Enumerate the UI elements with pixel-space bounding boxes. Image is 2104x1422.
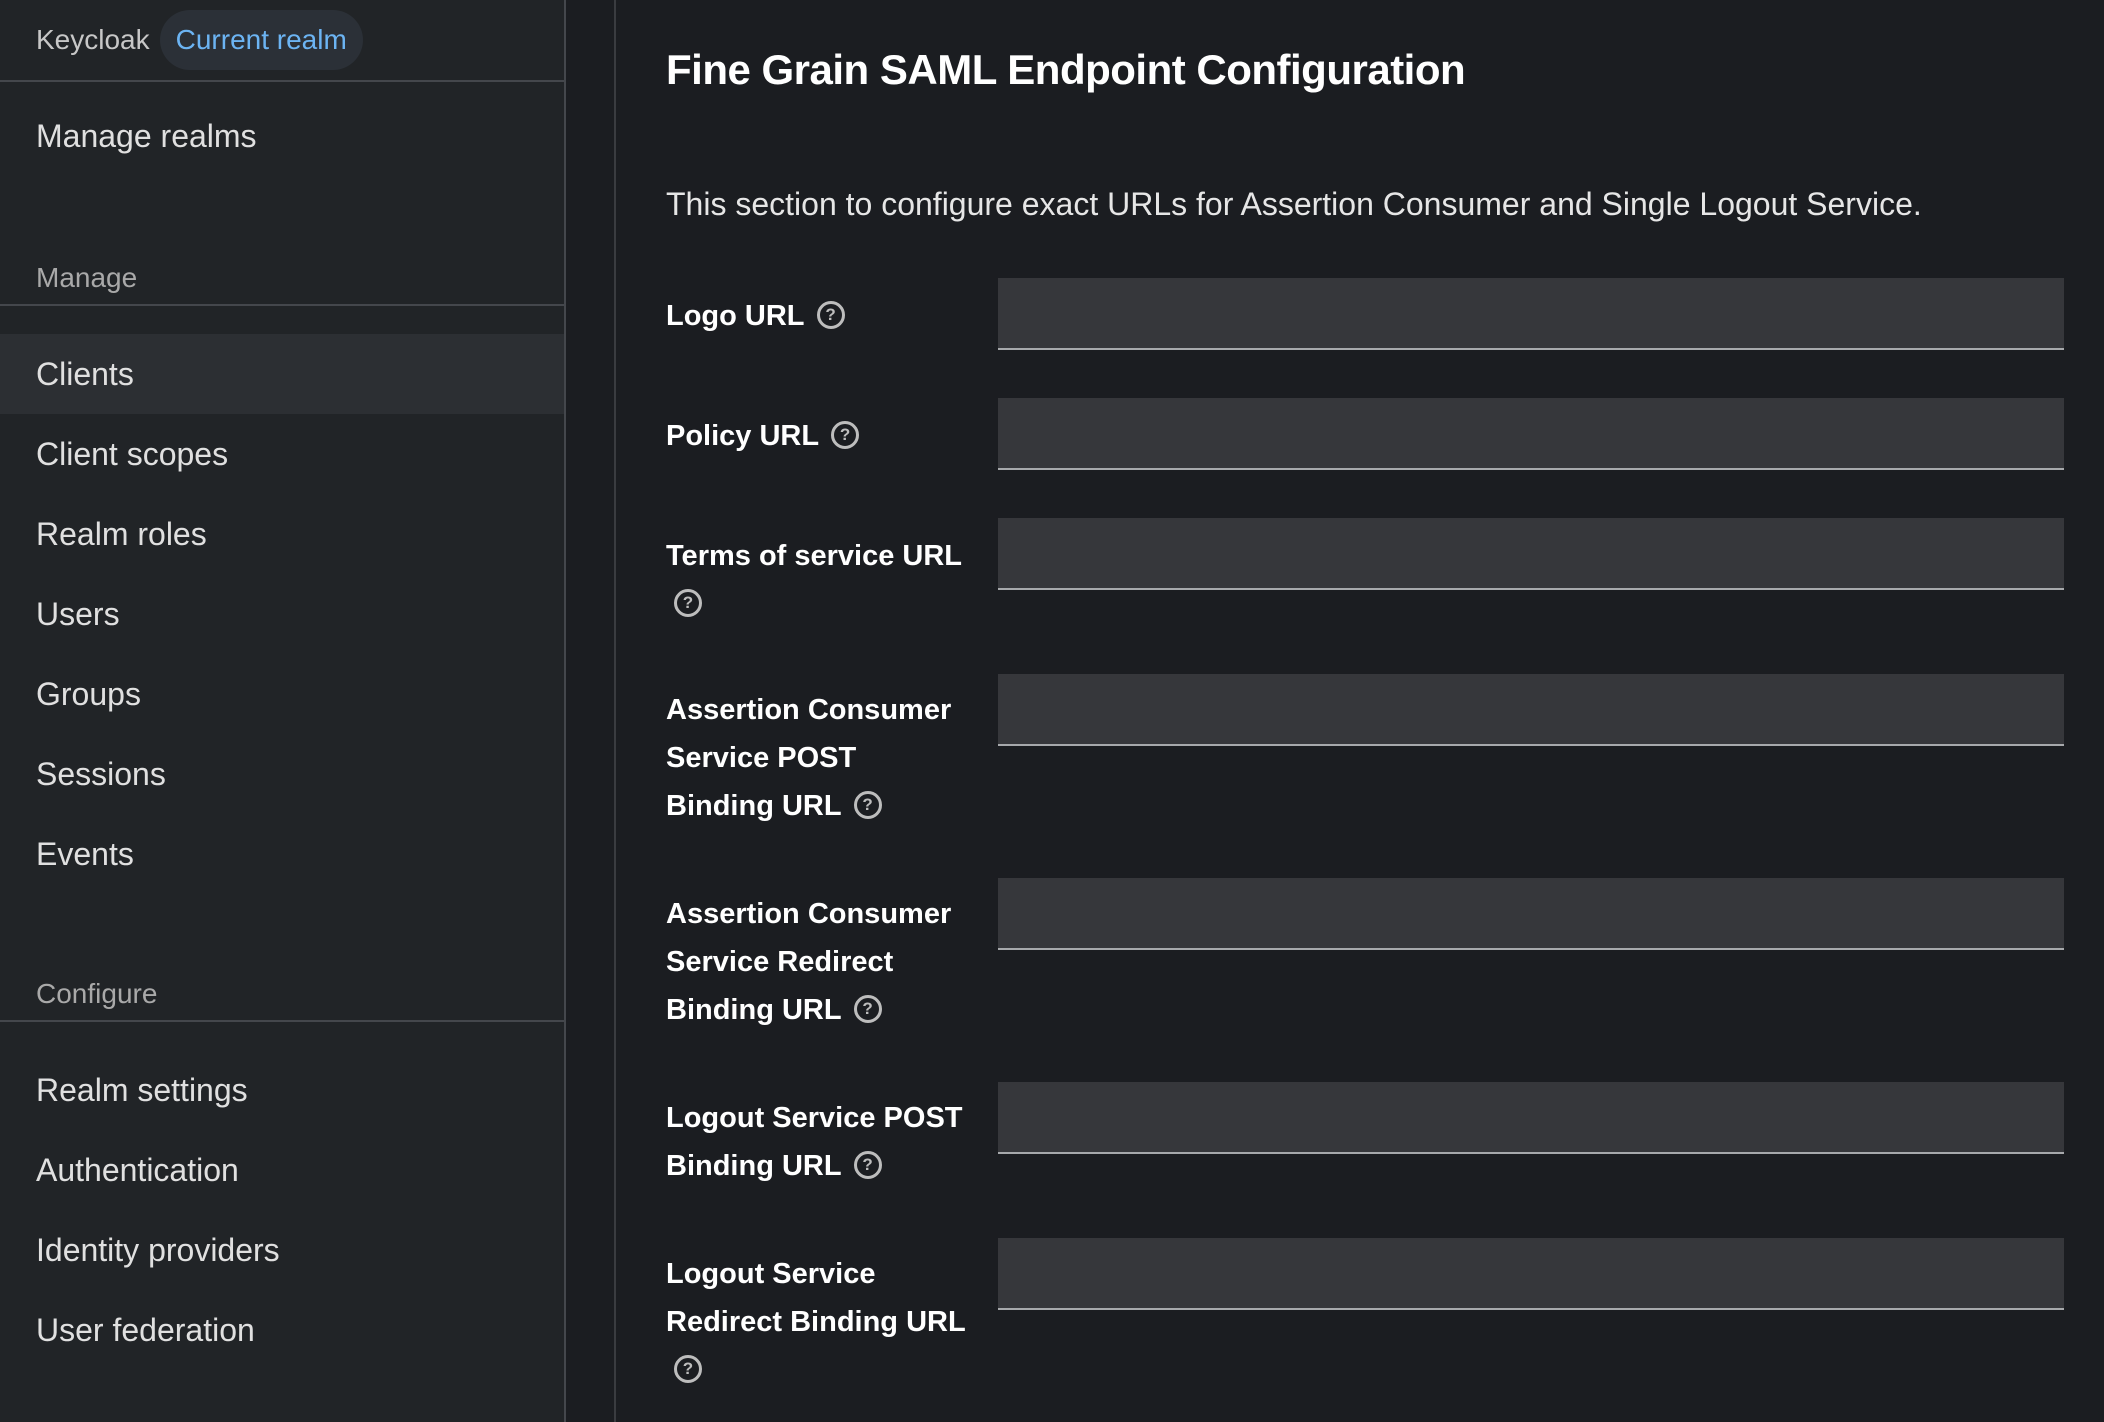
acs-post-binding-url-input[interactable]: [998, 674, 2064, 746]
main-content: Fine Grain SAML Endpoint Configuration T…: [618, 0, 2104, 1422]
field-label-text: Terms of service URL: [666, 540, 963, 572]
acs-post-binding-url-label: Assertion Consumer Service POST Binding …: [666, 686, 966, 830]
sidebar-item-sessions[interactable]: Sessions: [0, 734, 564, 814]
question-circle-icon[interactable]: ?: [853, 791, 882, 820]
page-title: Fine Grain SAML Endpoint Configuration: [666, 46, 1466, 93]
sidebar-item-identity-providers[interactable]: Identity providers: [0, 1210, 564, 1290]
section-description: This section to configure exact URLs for…: [666, 186, 1922, 222]
sidebar-item-client-scopes[interactable]: Client scopes: [0, 414, 564, 494]
realm-selector[interactable]: Current realm: [159, 10, 363, 70]
sidebar-item-users[interactable]: Users: [0, 574, 564, 654]
question-circle-icon[interactable]: ?: [674, 589, 702, 618]
question-circle-icon[interactable]: ?: [674, 1355, 702, 1384]
field-label-text: Assertion Consumer Service Redirect Bind…: [666, 898, 952, 1026]
sidebar-item-groups[interactable]: Groups: [0, 654, 564, 734]
logo-url-label: Logo URL?: [666, 292, 966, 340]
sidebar: Keycloak Current realm Manage realms Man…: [0, 0, 566, 1422]
logout-redirect-binding-url-label: Logout Service Redirect Binding URL?: [666, 1250, 966, 1394]
sidebar-item-clients[interactable]: Clients: [0, 334, 564, 414]
content-gutter: [568, 0, 616, 1422]
field-label-text: Logout Service Redirect Binding URL: [666, 1258, 966, 1338]
logout-post-binding-url-input[interactable]: [998, 1082, 2064, 1154]
logout-redirect-binding-url-input[interactable]: [998, 1238, 2064, 1310]
logout-post-binding-url-label: Logout Service POST Binding URL?: [666, 1094, 966, 1190]
nav-section-configure: Configure: [0, 978, 566, 1022]
policy-url-input[interactable]: [998, 398, 2064, 470]
question-circle-icon[interactable]: ?: [831, 421, 860, 450]
sidebar-item-events[interactable]: Events: [0, 814, 564, 894]
question-circle-icon[interactable]: ?: [853, 995, 882, 1024]
sidebar-item-realm-roles[interactable]: Realm roles: [0, 494, 564, 574]
sidebar-item-authentication[interactable]: Authentication: [0, 1130, 564, 1210]
nav-section-manage: Manage: [0, 262, 566, 306]
logo-url-input[interactable]: [998, 278, 2064, 350]
field-label-text: Logo URL: [666, 300, 805, 332]
app-root: Keycloak Current realm Manage realms Man…: [0, 0, 2104, 1422]
question-circle-icon[interactable]: ?: [816, 301, 845, 330]
acs-redirect-binding-url-input[interactable]: [998, 878, 2064, 950]
sidebar-item-user-federation[interactable]: User federation: [0, 1290, 564, 1370]
field-label-text: Policy URL: [666, 420, 820, 452]
field-label-text: Assertion Consumer Service POST Binding …: [666, 694, 952, 822]
policy-url-label: Policy URL?: [666, 412, 966, 460]
terms-of-service-url-input[interactable]: [998, 518, 2064, 590]
manage-realms-link[interactable]: Manage realms: [0, 118, 257, 155]
terms-of-service-url-label: Terms of service URL?: [666, 532, 966, 628]
sidebar-item-realm-settings[interactable]: Realm settings: [0, 1050, 564, 1130]
brand-label: Keycloak: [36, 24, 150, 55]
acs-redirect-binding-url-label: Assertion Consumer Service Redirect Bind…: [666, 890, 966, 1034]
realm-header: Keycloak Current realm: [0, 0, 564, 82]
field-label-text: Logout Service POST Binding URL: [666, 1102, 963, 1182]
question-circle-icon[interactable]: ?: [853, 1151, 882, 1180]
